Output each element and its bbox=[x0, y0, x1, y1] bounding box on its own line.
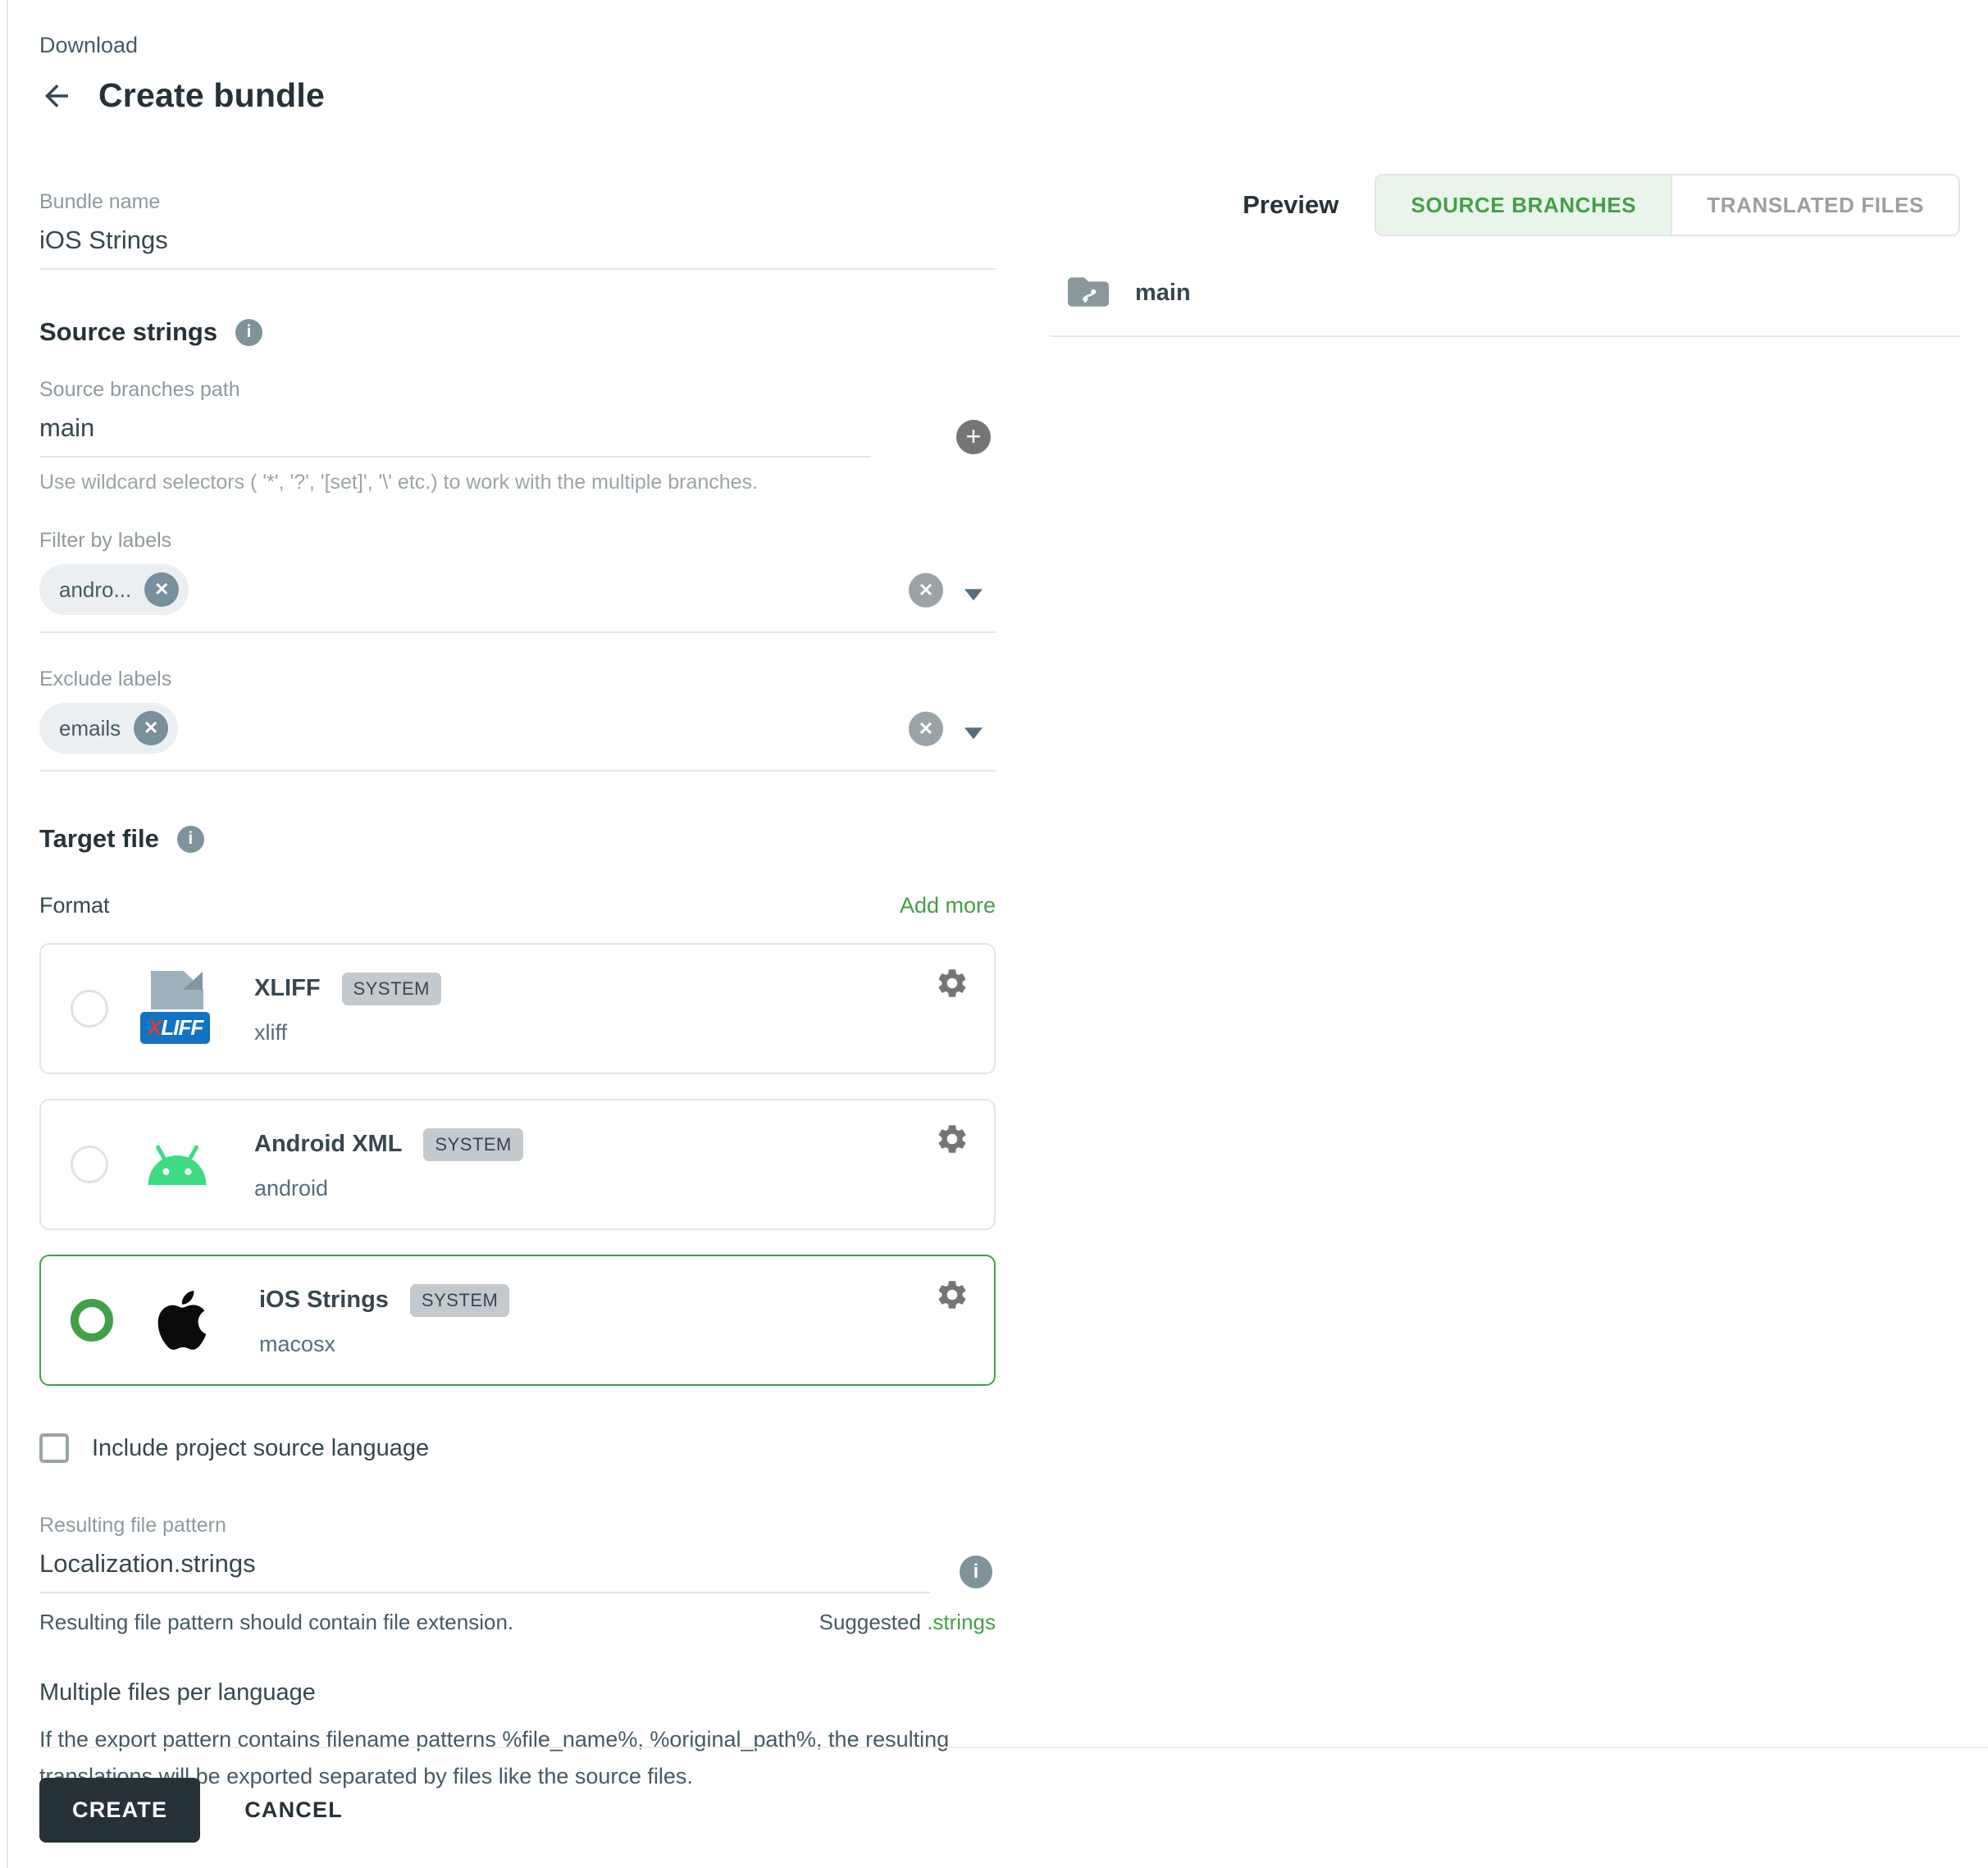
multiple-files-heading: Multiple files per language bbox=[39, 1679, 996, 1706]
apple-icon bbox=[141, 1285, 223, 1355]
chevron-down-icon[interactable] bbox=[964, 727, 983, 739]
preview-panel: Preview SOURCE BRANCHES TRANSLATED FILES… bbox=[1050, 174, 1960, 337]
source-branches-path-label: Source branches path bbox=[39, 378, 996, 402]
exclude-labels-select[interactable]: emails ✕ ✕ bbox=[39, 695, 996, 772]
remove-chip-icon[interactable]: ✕ bbox=[134, 711, 168, 745]
chevron-down-icon[interactable] bbox=[964, 589, 983, 600]
page-title: Create bundle bbox=[98, 76, 325, 115]
format-card-ios-strings[interactable]: iOS Strings SYSTEM macosx bbox=[39, 1255, 996, 1386]
source-strings-heading: Source strings bbox=[39, 317, 217, 347]
suggested-extension-link[interactable]: .strings bbox=[927, 1610, 996, 1634]
gear-icon[interactable] bbox=[935, 1122, 969, 1156]
pattern-helper-text: Resulting file pattern should contain fi… bbox=[39, 1610, 513, 1635]
format-card-android-xml[interactable]: Android XML SYSTEM android bbox=[39, 1099, 996, 1230]
radio-unchecked[interactable] bbox=[71, 1146, 108, 1183]
add-more-link[interactable]: Add more bbox=[900, 893, 996, 918]
cancel-button[interactable]: CANCEL bbox=[239, 1797, 348, 1824]
android-icon bbox=[136, 1139, 218, 1190]
format-card-xliff[interactable]: XLIFF XLIFF SYSTEM xliff bbox=[39, 943, 996, 1074]
filter-by-labels-label: Filter by labels bbox=[39, 529, 996, 553]
footer-divider bbox=[39, 1747, 1988, 1748]
format-title: iOS Strings bbox=[259, 1287, 389, 1314]
preview-label: Preview bbox=[1242, 190, 1338, 220]
suggested-extension: Suggested .strings bbox=[819, 1610, 996, 1635]
radio-checked[interactable] bbox=[71, 1299, 113, 1342]
format-subtitle: macosx bbox=[259, 1332, 509, 1357]
source-strings-info-icon[interactable]: i bbox=[235, 319, 262, 346]
branch-folder-icon bbox=[1068, 274, 1109, 312]
source-branches-path-input[interactable]: main bbox=[39, 413, 871, 458]
format-title: XLIFF bbox=[254, 975, 321, 1002]
xliff-file-icon: XLIFF bbox=[136, 971, 218, 1046]
system-badge: SYSTEM bbox=[342, 973, 441, 1005]
format-label: Format bbox=[39, 893, 110, 918]
create-bundle-form: Download Create bundle Bundle name iOS S… bbox=[39, 33, 996, 1795]
system-badge: SYSTEM bbox=[423, 1128, 522, 1161]
exclude-labels-label: Exclude labels bbox=[39, 667, 996, 691]
tab-translated-files[interactable]: TRANSLATED FILES bbox=[1671, 175, 1958, 235]
clear-all-icon[interactable]: ✕ bbox=[909, 712, 943, 746]
preview-tabs: SOURCE BRANCHES TRANSLATED FILES bbox=[1375, 174, 1960, 236]
format-subtitle: android bbox=[254, 1176, 523, 1201]
page-edge-divider bbox=[7, 0, 8, 1868]
gear-icon[interactable] bbox=[935, 966, 969, 1000]
format-title: Android XML bbox=[254, 1131, 402, 1158]
create-button[interactable]: CREATE bbox=[39, 1778, 200, 1843]
label-chip[interactable]: andro... ✕ bbox=[39, 564, 189, 615]
include-source-language-checkbox[interactable] bbox=[39, 1433, 69, 1463]
label-chip[interactable]: emails ✕ bbox=[39, 703, 178, 754]
wildcard-helper-text: Use wildcard selectors ( '*', '?', '[set… bbox=[39, 471, 996, 494]
back-arrow-icon[interactable] bbox=[39, 79, 74, 113]
remove-chip-icon[interactable]: ✕ bbox=[144, 572, 179, 607]
tab-source-branches[interactable]: SOURCE BRANCHES bbox=[1376, 175, 1671, 235]
bundle-name-input[interactable]: iOS Strings bbox=[39, 226, 996, 270]
filter-labels-select[interactable]: andro... ✕ ✕ bbox=[39, 556, 996, 633]
include-source-language-label: Include project source language bbox=[92, 1435, 429, 1462]
gear-icon[interactable] bbox=[935, 1278, 969, 1312]
add-branch-button[interactable]: + bbox=[956, 420, 991, 454]
branch-name: main bbox=[1135, 280, 1191, 307]
clear-all-icon[interactable]: ✕ bbox=[909, 573, 943, 608]
breadcrumb: Download bbox=[39, 33, 996, 58]
resulting-file-pattern-label: Resulting file pattern bbox=[39, 1514, 996, 1538]
pattern-info-icon[interactable]: i bbox=[960, 1556, 992, 1588]
target-file-heading: Target file bbox=[39, 824, 159, 854]
label-chip-text: andro... bbox=[59, 577, 131, 603]
radio-unchecked[interactable] bbox=[71, 990, 108, 1027]
branch-row-main[interactable]: main bbox=[1050, 274, 1960, 337]
format-subtitle: xliff bbox=[254, 1020, 441, 1046]
system-badge: SYSTEM bbox=[410, 1284, 509, 1317]
target-file-info-icon[interactable]: i bbox=[177, 826, 204, 853]
label-chip-text: emails bbox=[59, 716, 121, 741]
bundle-name-label: Bundle name bbox=[39, 190, 996, 214]
resulting-file-pattern-input[interactable]: Localization.strings bbox=[39, 1549, 930, 1593]
